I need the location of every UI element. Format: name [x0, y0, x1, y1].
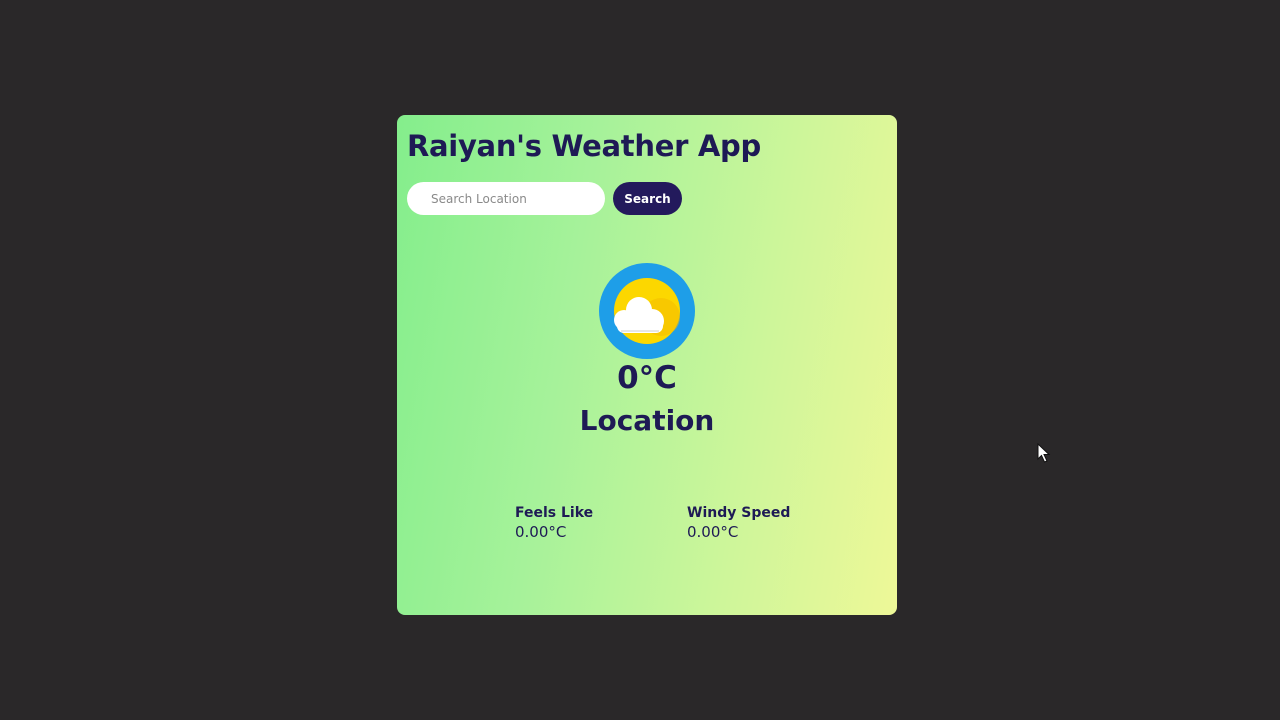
- location-name: Location: [579, 404, 715, 437]
- wind-speed-value: 0.00°C: [687, 523, 739, 541]
- app-title: Raiyan's Weather App: [407, 129, 761, 163]
- search-input[interactable]: [407, 182, 605, 215]
- feels-like-detail: Feels Like 0.00°C: [515, 505, 593, 541]
- weather-card: Raiyan's Weather App Search 0°C Location…: [397, 115, 897, 615]
- mouse-cursor-icon: [1037, 443, 1051, 463]
- sun-behind-cloud-icon: [599, 263, 695, 359]
- wind-speed-detail: Windy Speed 0.00°C: [687, 505, 790, 541]
- feels-like-label: Feels Like: [515, 505, 594, 521]
- temperature-value: 0°C: [617, 360, 677, 396]
- wind-speed-label: Windy Speed: [687, 505, 791, 521]
- feels-like-value: 0.00°C: [515, 523, 567, 541]
- search-button[interactable]: Search: [613, 182, 682, 215]
